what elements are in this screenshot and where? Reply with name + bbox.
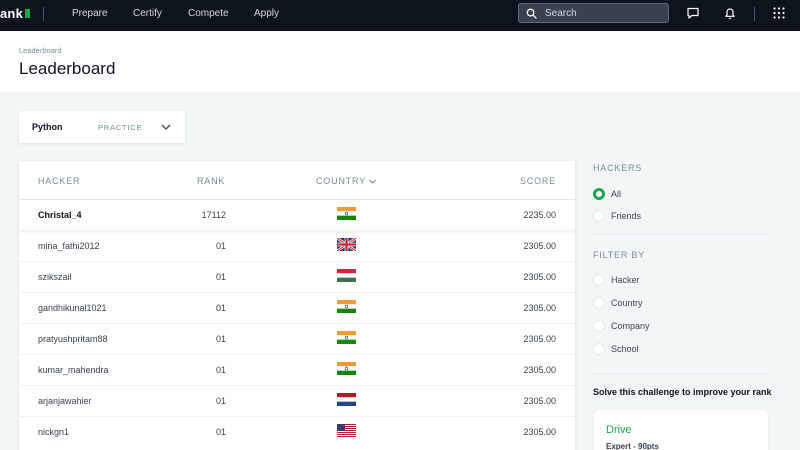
radio-label: All	[611, 189, 622, 199]
column-header-rank: RANK	[197, 176, 226, 186]
filter-option-hacker[interactable]: Hacker	[593, 273, 640, 287]
hacker-name-link[interactable]: nickgn1	[38, 427, 69, 437]
score-value: 2305.00	[523, 303, 556, 313]
leaderboard-table: HACKER RANK COUNTRY SCORE Christal_4 1711…	[19, 161, 575, 450]
improve-rank-heading: Solve this challenge to improve your ran…	[593, 387, 772, 397]
logo-text: ank	[0, 6, 24, 21]
hacker-name-link[interactable]: kumar_mahendra	[38, 365, 109, 375]
table-row: mina_fathi2012 01 2305.00	[19, 230, 575, 261]
filter-option-company[interactable]: Company	[593, 319, 650, 333]
suggested-challenge-card[interactable]: Drive Expert - 90pts	[594, 410, 768, 450]
score-value: 2305.00	[523, 365, 556, 375]
score-value: 2305.00	[523, 334, 556, 344]
radio-icon	[593, 343, 605, 355]
top-navbar: ank Prepare Certify Compete Apply Search	[0, 0, 800, 31]
hacker-name-link[interactable]: arjanjawahier	[38, 396, 92, 406]
country-flag-india-icon	[337, 300, 356, 313]
search-icon	[526, 8, 537, 19]
rank-value: 01	[215, 427, 226, 437]
rank-value: 01	[215, 272, 226, 282]
hacker-name-link[interactable]: mina_fathi2012	[38, 241, 100, 251]
country-flag-hungary-icon	[337, 269, 356, 282]
table-row: gandhikunal1021 01 2305.00	[19, 292, 575, 323]
country-flag-netherlands-icon	[337, 393, 356, 406]
selected-kind: PRACTICE	[98, 123, 143, 132]
table-row: nickgn1 01 2305.00	[19, 416, 575, 447]
table-row: szikszail 01 2305.00	[19, 261, 575, 292]
nav-link-apply[interactable]: Apply	[254, 8, 279, 19]
table-row: kumar_mahendra 01 2305.00	[19, 354, 575, 385]
column-header-country[interactable]: COUNTRY	[316, 176, 377, 186]
hackers-option-friends[interactable]: Friends	[593, 209, 641, 223]
score-value: 2305.00	[523, 396, 556, 406]
radio-icon	[593, 210, 605, 222]
score-value: 2235.00	[523, 210, 556, 220]
radio-icon	[593, 297, 605, 309]
country-flag-uk-icon	[337, 238, 356, 251]
radio-selected-icon	[593, 188, 605, 200]
filter-by-title: FILTER BY	[593, 250, 646, 260]
country-flag-india-icon	[337, 362, 356, 375]
page-title: Leaderboard	[19, 59, 116, 78]
chevron-down-icon	[369, 179, 376, 184]
hackers-option-all[interactable]: All	[593, 187, 621, 201]
current-user-row: Christal_4 17112 2235.00	[19, 199, 575, 230]
radio-label: Company	[611, 321, 650, 331]
selected-track: Python	[32, 122, 63, 132]
breadcrumb[interactable]: Leaderboard	[19, 46, 62, 55]
search-input[interactable]: Search	[518, 3, 669, 23]
column-header-hacker: HACKER	[38, 176, 81, 186]
search-placeholder: Search	[545, 7, 577, 19]
nav-divider-right	[754, 7, 755, 21]
radio-label: Hacker	[611, 275, 640, 285]
nav-link-prepare[interactable]: Prepare	[72, 8, 108, 19]
hacker-name-link[interactable]: szikszail	[38, 272, 72, 282]
country-flag-usa-icon	[337, 424, 356, 437]
hacker-name-link[interactable]: pratyushpritam88	[38, 334, 108, 344]
brand-logo[interactable]: ank	[0, 6, 31, 21]
chevron-down-icon	[161, 124, 171, 130]
radio-label: School	[611, 344, 639, 354]
sidebar-divider	[593, 373, 768, 374]
filter-option-school[interactable]: School	[593, 342, 639, 356]
challenge-name[interactable]: Drive	[606, 424, 632, 436]
table-row: pratyushpritam88 01 2305.00	[19, 323, 575, 354]
rank-value: 01	[215, 396, 226, 406]
table-row: arjanjawahier 01 2305.00	[19, 385, 575, 416]
radio-label: Country	[611, 298, 643, 308]
radio-icon	[593, 274, 605, 286]
score-value: 2305.00	[523, 427, 556, 437]
filter-option-country[interactable]: Country	[593, 296, 643, 310]
logo-mark-icon	[25, 9, 31, 18]
country-flag-india-icon	[337, 207, 356, 220]
country-flag-india-icon	[337, 331, 356, 344]
rank-value: 01	[215, 334, 226, 344]
rank-value: 01	[215, 303, 226, 313]
nav-divider	[43, 7, 44, 21]
score-value: 2305.00	[523, 272, 556, 282]
challenge-meta: Expert - 90pts	[606, 442, 659, 450]
nav-link-certify[interactable]: Certify	[133, 8, 162, 19]
rank-value: 01	[215, 365, 226, 375]
messages-icon[interactable]	[686, 6, 700, 20]
track-selector-dropdown[interactable]: Python PRACTICE	[19, 111, 185, 143]
page-header: Leaderboard Leaderboard	[0, 31, 800, 92]
notifications-bell-icon[interactable]	[723, 6, 737, 20]
rank-value: 17112	[201, 210, 226, 220]
hackers-filter-title: HACKERS	[593, 163, 643, 173]
radio-icon	[593, 320, 605, 332]
sidebar-divider	[593, 234, 768, 235]
column-header-score: SCORE	[519, 176, 556, 186]
radio-label: Friends	[611, 211, 642, 221]
column-header-country-label: COUNTRY	[316, 176, 366, 186]
nav-link-compete[interactable]: Compete	[188, 8, 229, 19]
hacker-name-link[interactable]: gandhikunal1021	[38, 303, 107, 313]
rank-value: 01	[215, 241, 226, 251]
apps-grid-icon[interactable]	[772, 6, 786, 20]
score-value: 2305.00	[523, 241, 556, 251]
hacker-name-link[interactable]: Christal_4	[38, 210, 82, 220]
